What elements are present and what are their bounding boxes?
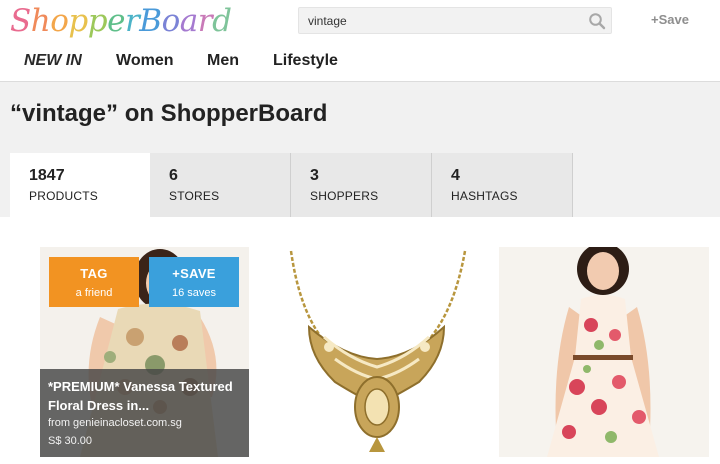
product-card[interactable]: TAG a friend +SAVE 16 saves *PREMIUM* Va… [40,247,249,457]
logo-letter: r [124,3,140,39]
product-image [269,247,479,457]
logo-letter: p [68,3,88,39]
tab-count: 4 [451,167,460,184]
tab-label: SHOPPERS [310,189,379,203]
nav-item-lifestyle[interactable]: Lifestyle [273,52,338,70]
tag-button-sub: a friend [75,287,113,299]
tab-shoppers[interactable]: 3 SHOPPERS [291,153,432,217]
product-card[interactable] [499,247,709,457]
logo-letter: e [107,3,125,39]
search-icon[interactable] [588,12,606,30]
tab-count: 6 [169,167,178,184]
search-input[interactable] [299,8,579,33]
logo-letter: p [87,3,108,39]
nav-item-new-in[interactable]: NEW IN [24,52,82,70]
result-tabs: 1847 PRODUCTS 6 STORES 3 SHOPPERS 4 HASH… [10,153,573,217]
logo-letter: r [197,3,213,39]
logo-letter: B [139,3,162,39]
logo-letter: o [50,3,69,39]
tab-label: STORES [169,189,220,203]
product-card[interactable] [269,247,479,457]
logo-letter: S [10,3,31,39]
product-store: from genieinacloset.com.sg [48,417,182,429]
product-title: *PREMIUM* Vanessa Textured Floral Dress … [48,379,233,413]
tag-friend-button[interactable]: TAG a friend [49,257,139,307]
tag-button-label: TAG [80,266,108,281]
product-info-overlay[interactable]: *PREMIUM* Vanessa Textured Floral Dress … [40,369,249,457]
nav-item-men[interactable]: Men [207,52,239,70]
logo-letter: d [212,3,232,39]
tab-products[interactable]: 1847 PRODUCTS [10,153,151,217]
product-grid: TAG a friend +SAVE 16 saves *PREMIUM* Va… [0,217,720,464]
page-title: “vintage” on ShopperBoard [10,100,328,127]
product-image [499,247,709,457]
top-header: ShopperBoard +Save NEW IN Women Men Life… [0,0,720,82]
tab-label: HASHTAGS [451,189,518,203]
save-product-button[interactable]: +SAVE 16 saves [149,257,239,307]
logo-letter: o [161,3,181,39]
tab-stores[interactable]: 6 STORES [150,153,291,217]
tab-count: 1847 [29,167,65,184]
shopperboard-logo[interactable]: ShopperBoard [10,3,232,39]
tab-hashtags[interactable]: 4 HASHTAGS [432,153,573,217]
save-count: 16 saves [171,287,217,299]
search-box [298,7,612,34]
save-link[interactable]: +Save [651,12,689,27]
tab-count: 3 [310,167,319,184]
product-price: S$ 30.00 [48,435,93,447]
logo-letter: h [30,3,51,39]
save-button-label: +SAVE [172,266,216,281]
nav-item-women[interactable]: Women [116,52,173,70]
logo-letter: a [179,3,198,39]
tab-label: PRODUCTS [29,189,98,203]
